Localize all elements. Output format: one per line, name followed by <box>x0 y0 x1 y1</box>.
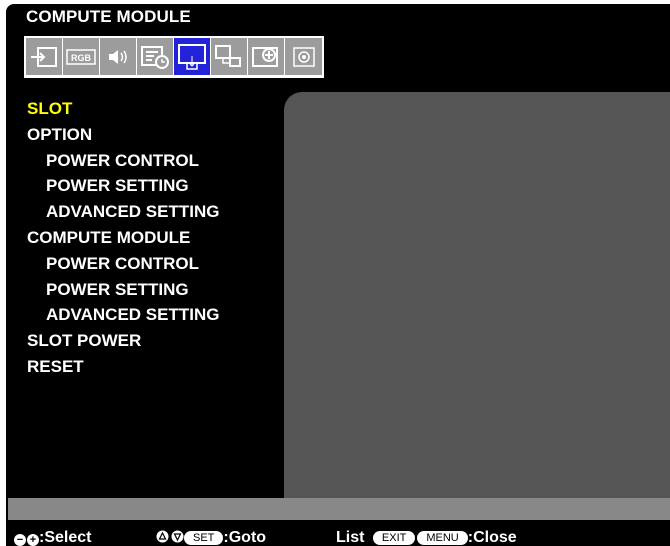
tab-input[interactable] <box>26 38 63 75</box>
menu-list: SLOT OPTION POWER CONTROL POWER SETTING … <box>6 96 286 380</box>
menu-item-slot-power[interactable]: SLOT POWER <box>6 328 286 354</box>
select-text: :Select <box>39 529 92 546</box>
tab-network[interactable] <box>211 38 248 75</box>
svg-text:RGB: RGB <box>71 53 92 63</box>
system-icon <box>292 46 315 67</box>
tab-schedule[interactable] <box>137 38 174 75</box>
network-icon <box>215 44 241 67</box>
menu-item-compute-power-control[interactable]: POWER CONTROL <box>6 251 286 277</box>
menu-item-compute-advanced-setting[interactable]: ADVANCED SETTING <box>6 302 286 328</box>
select-guide: − +:Select <box>14 530 91 546</box>
goto-guide: SET:Goto <box>156 530 266 546</box>
close-guide: List EXIT MENU:Close <box>336 530 517 546</box>
up-down-keys-icon <box>156 530 184 543</box>
goto-text: :Goto <box>223 529 267 546</box>
minus-key-icon: − <box>14 534 26 546</box>
set-key: SET <box>184 531 224 545</box>
list-text: List <box>336 529 365 546</box>
computer-module-icon <box>178 43 206 70</box>
tab-protect[interactable] <box>248 38 285 75</box>
tab-system[interactable] <box>285 38 322 75</box>
menu-item-compute-module[interactable]: COMPUTE MODULE <box>6 225 286 251</box>
menu-item-compute-power-setting[interactable]: POWER SETTING <box>6 277 286 303</box>
input-icon <box>31 46 57 67</box>
close-text: :Close <box>467 529 517 546</box>
menu-key: MENU <box>417 531 468 545</box>
menu-tab-bar: RGB <box>24 36 324 78</box>
tab-rgb[interactable]: RGB <box>63 38 100 75</box>
menu-item-slot[interactable]: SLOT <box>6 96 286 122</box>
osd-window: COMPUTE MODULE RGB SLOT OPTION POWER CON… <box>6 4 670 546</box>
audio-icon <box>109 49 127 64</box>
schedule-icon <box>141 45 169 69</box>
menu-item-option-power-setting[interactable]: POWER SETTING <box>6 173 286 199</box>
tab-computer-module[interactable] <box>174 38 211 75</box>
plus-key-icon: + <box>27 534 39 546</box>
exit-key: EXIT <box>372 531 416 545</box>
osd-title: COMPUTE MODULE <box>26 7 191 26</box>
menu-item-reset[interactable]: RESET <box>6 354 286 380</box>
settings-panel <box>284 92 670 498</box>
menu-item-option-power-control[interactable]: POWER CONTROL <box>6 148 286 174</box>
tab-audio[interactable] <box>100 38 137 75</box>
rgb-icon: RGB <box>66 48 96 65</box>
protect-icon <box>252 46 278 67</box>
key-guide: − +:Select SET:Goto List EXIT MENU:Close <box>8 520 670 546</box>
menu-item-option[interactable]: OPTION <box>6 122 286 148</box>
menu-item-option-advanced-setting[interactable]: ADVANCED SETTING <box>6 199 286 225</box>
hint-bar <box>8 498 670 520</box>
